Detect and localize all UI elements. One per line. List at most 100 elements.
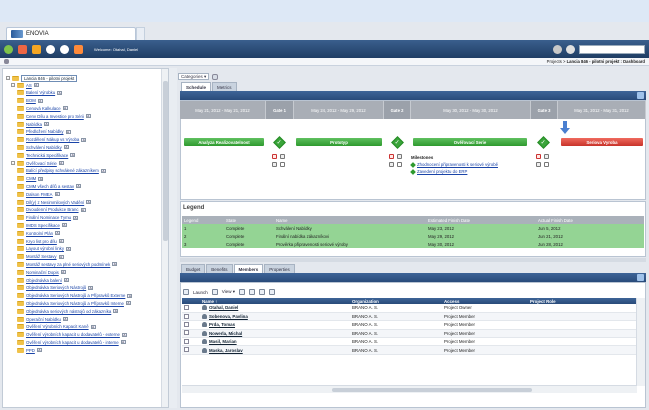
- tree-item[interactable]: Operační Nabídku A: [17, 316, 68, 322]
- table-row[interactable]: Nowerla, Michal BRANO A. S. Project Member: [182, 329, 636, 339]
- assignee-badge-icon[interactable]: A: [70, 153, 76, 158]
- legend-row[interactable]: 2 Complete Finální nabídka zákazníkovi May …: [182, 232, 644, 240]
- tree-item-label[interactable]: AS: [26, 83, 32, 88]
- row-checkbox[interactable]: [184, 321, 189, 327]
- maximize-icon[interactable]: [637, 274, 644, 281]
- assignee-badge-icon[interactable]: A: [65, 129, 71, 134]
- tree-root[interactable]: - Lancia 846 - pilotni projekt: [6, 74, 78, 82]
- row-checkbox[interactable]: [184, 338, 189, 344]
- assignee-badge-icon[interactable]: A: [58, 239, 64, 243]
- gate-2-doc-icon[interactable]: [397, 162, 402, 167]
- tree-item[interactable]: CMM A: [17, 176, 44, 182]
- assignee-badge-icon[interactable]: A: [61, 223, 67, 228]
- assignee-badge-icon[interactable]: A: [76, 184, 81, 189]
- remove-member-icon[interactable]: [248, 289, 255, 295]
- table-row[interactable]: Prda, Tomas BRANO A. S. Project Member: [182, 320, 636, 330]
- tree-item[interactable]: BOM A: [17, 98, 43, 104]
- assignee-badge-icon[interactable]: A: [113, 309, 119, 314]
- assignee-badge-icon[interactable]: A: [100, 168, 106, 173]
- categories-dropdown[interactable]: Categories ▾: [178, 73, 210, 80]
- forward-icon[interactable]: [60, 44, 69, 54]
- legend-row[interactable]: 3 Complete Prověrka připravenosti seriové …: [182, 240, 644, 248]
- bookmarks-icon[interactable]: [18, 44, 27, 54]
- tree-item-label[interactable]: Objednávka Seriových Nástrojů a Přípravk…: [26, 301, 124, 306]
- browser-tab[interactable]: ENOVIA: [6, 27, 136, 40]
- tree-item[interactable]: Ověření Výrobních Kapacit Kaně A: [17, 324, 96, 330]
- tree-item[interactable]: Schválení Nabídky A: [17, 144, 69, 150]
- tree-item[interactable]: Objednávka balení A: [17, 277, 69, 283]
- tree-item[interactable]: CMM všech dílů a sestav A: [17, 183, 81, 189]
- tree-item[interactable]: Kryo list pro dílu A: [17, 238, 64, 244]
- tab-schedule[interactable]: Schedule: [181, 82, 212, 91]
- gate-3-doc-icon[interactable]: [544, 162, 549, 167]
- row-checkbox[interactable]: [184, 313, 189, 319]
- bar-prototyp[interactable]: Prototyp: [296, 138, 382, 146]
- collapse-icon[interactable]: [4, 59, 9, 64]
- tree-item-label[interactable]: Ověření výrobních kapacit u dodavatelů -…: [26, 340, 119, 345]
- gate-2-deliverable-icon[interactable]: [389, 154, 394, 159]
- tree-item-label[interactable]: Cenová Kalkulace: [26, 106, 61, 111]
- tree-item-label[interactable]: CMM: [26, 176, 36, 181]
- member-name-link[interactable]: Maska, Jaroslav: [202, 347, 350, 353]
- bar-analyza[interactable]: Analyza Realizovatelnost: [184, 138, 264, 146]
- tree-item[interactable]: Rozdělení Nákup vs Výroba A: [17, 137, 87, 143]
- members-hscroll-thumb[interactable]: [332, 388, 532, 392]
- tree-item[interactable]: Nominační Dopis A: [17, 269, 66, 275]
- tree-item[interactable]: IMDS Specifikace A: [17, 222, 67, 228]
- tree-item-label[interactable]: Objednávka Seriových Nástrojů: [26, 285, 86, 290]
- gate-2-edit-icon[interactable]: [397, 154, 402, 159]
- tree-item[interactable]: Layout výrobní linky A: [17, 246, 71, 252]
- tree-item-label[interactable]: Balení Výrobku: [26, 90, 55, 95]
- assignee-badge-icon[interactable]: A: [65, 246, 71, 251]
- tree-item-label[interactable]: Kryo list pro dílu: [26, 239, 57, 244]
- gate-2-search-icon[interactable]: [389, 162, 394, 167]
- assignee-badge-icon[interactable]: A: [60, 270, 66, 275]
- assignee-badge-icon[interactable]: A: [86, 200, 92, 204]
- gate-1-search-icon[interactable]: [272, 162, 277, 167]
- assignee-badge-icon[interactable]: A: [120, 340, 126, 345]
- assignee-badge-icon[interactable]: A: [38, 176, 44, 181]
- tree-item-label[interactable]: Montáž sestavy za plné seriových podmíne…: [26, 262, 110, 267]
- member-name-link[interactable]: Masil, Marian: [202, 339, 350, 345]
- tree-root-label[interactable]: Lancia 846 - pilotni projekt: [21, 74, 78, 82]
- tree-item[interactable]: Cenová Kalkulace A: [17, 105, 68, 111]
- assignee-badge-icon[interactable]: A: [62, 317, 68, 321]
- actions-icon[interactable]: [32, 44, 41, 54]
- tab-metrics[interactable]: Metrics: [212, 82, 237, 91]
- tree-item[interactable]: Kontrolní Plán A: [17, 230, 60, 236]
- members-vscrollbar[interactable]: [636, 298, 645, 386]
- tree-item-label[interactable]: Cenv Dílu a Investice pro Sérii: [26, 114, 84, 119]
- assignee-badge-icon[interactable]: A: [37, 98, 43, 103]
- tab-members[interactable]: Members: [233, 264, 264, 273]
- tree-item[interactable]: Montáž sestavy za plné seriových podmíne…: [17, 261, 118, 267]
- back-icon[interactable]: [46, 44, 55, 54]
- milestone-item[interactable]: Zhodnocení připravenosti k seriové výrob…: [410, 161, 531, 168]
- tree-item-label[interactable]: Ověřovací Série: [26, 161, 57, 166]
- table-row[interactable]: Masil, Marian BRANO A. S. Project Member: [182, 337, 636, 347]
- tree-item[interactable]: Předložení Nabídky A: [17, 129, 71, 135]
- member-name-link[interactable]: Sobenova, Pavlina: [202, 314, 350, 320]
- tree-item-label[interactable]: Schválení Nabídky: [26, 145, 62, 150]
- collapse-toggle-icon[interactable]: -: [6, 76, 10, 80]
- search-scope-icon[interactable]: [566, 44, 575, 54]
- tree-item-label[interactable]: Předložení Nabídky: [26, 129, 64, 134]
- tree-item-label[interactable]: BOM: [26, 98, 36, 103]
- row-checkbox[interactable]: [184, 304, 189, 310]
- tree-item[interactable]: Technická Specifikace A: [17, 152, 76, 158]
- tree-item[interactable]: Balení Výrobku A: [17, 90, 63, 96]
- assignee-badge-icon[interactable]: A: [57, 90, 63, 95]
- launch-icon[interactable]: [183, 289, 189, 295]
- gate-3-deliverable-icon[interactable]: [536, 154, 541, 159]
- tree-item-label[interactable]: Objednávka Seriových Nástrojů a Přípravk…: [26, 293, 125, 298]
- assignee-badge-icon[interactable]: A: [127, 293, 133, 298]
- assignee-badge-icon[interactable]: A: [58, 161, 64, 165]
- tree-item[interactable]: Dvoudenní Produkce Branc A: [17, 207, 86, 213]
- table-row[interactable]: Otahal, Daniel BRANO A. S. Project Owner: [182, 304, 636, 313]
- tree-scroll-thumb[interactable]: [163, 81, 168, 241]
- view-icon[interactable]: [211, 289, 218, 295]
- row-checkbox[interactable]: [184, 347, 189, 353]
- assignee-badge-icon[interactable]: A: [80, 207, 86, 212]
- tree-item-label[interactable]: Technická Specifikace: [26, 153, 68, 158]
- tree-item-label[interactable]: Objednávka seriových nástrojů od zákazní…: [26, 309, 111, 314]
- assignee-badge-icon[interactable]: A: [62, 106, 68, 111]
